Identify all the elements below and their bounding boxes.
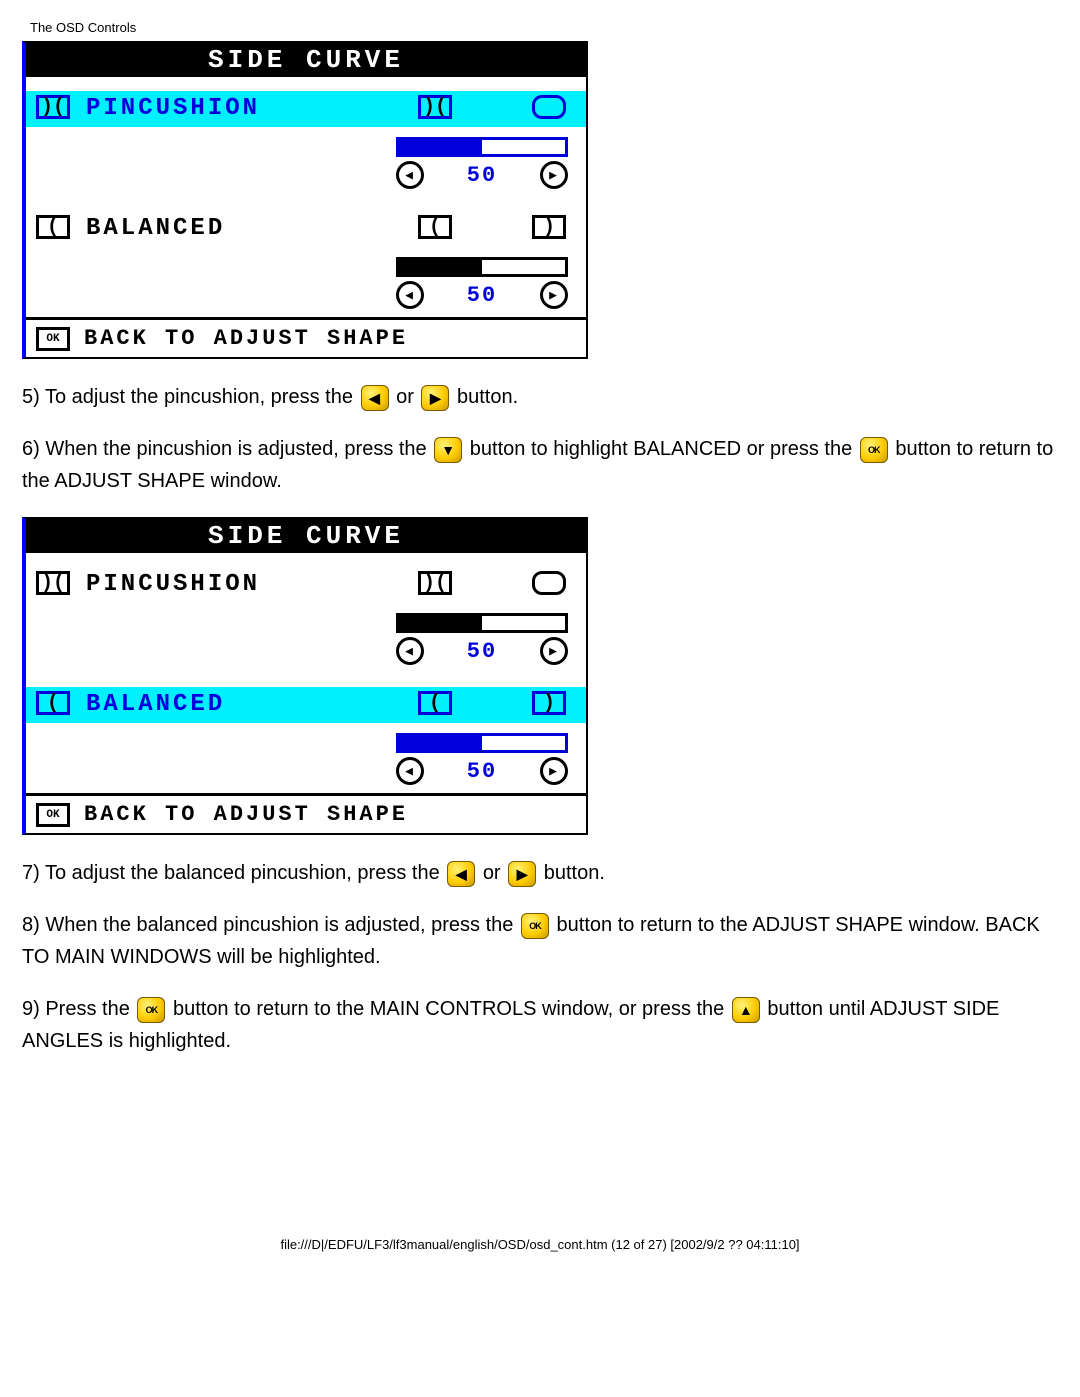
right-arrow-icon: ▶ — [540, 637, 568, 665]
osd-back-row: OK BACK TO ADJUST SHAPE — [26, 320, 586, 357]
step-6: 6) When the pincushion is adjusted, pres… — [22, 433, 1058, 497]
text: 7) To adjust the balanced pincushion, pr… — [22, 862, 445, 884]
slider-track — [396, 613, 568, 633]
pincushion-icon: )( — [36, 95, 70, 119]
slider-value: 50 — [467, 283, 497, 308]
page-header: The OSD Controls — [30, 20, 1058, 35]
osd-item-balanced: ( BALANCED ( ) — [26, 687, 586, 723]
balanced-left-icon: ( — [36, 691, 70, 715]
osd-item-pincushion: )( PINCUSHION )( — [26, 91, 586, 127]
osd-item-label: BALANCED — [86, 215, 418, 242]
ok-button-icon: OK — [860, 437, 888, 463]
down-button-icon: ▼ — [434, 437, 462, 463]
left-button-icon: ◀ — [361, 385, 389, 411]
osd-item-balanced: ( BALANCED ( ) — [26, 211, 586, 247]
ok-icon: OK — [36, 327, 70, 351]
right-arrow-icon: ▶ — [540, 281, 568, 309]
pincushion-in-icon: )( — [418, 95, 452, 119]
pincushion-icon: )( — [36, 571, 70, 595]
slider-row: ◀ 50 ▶ — [26, 127, 586, 197]
slider-row: ◀ 50 ▶ — [26, 723, 586, 793]
osd-panel-2: SIDE CURVE )( PINCUSHION )( ◀ 50 ▶ ( — [22, 517, 588, 835]
slider-value: 50 — [467, 639, 497, 664]
right-arrow-icon: ▶ — [540, 161, 568, 189]
osd-title: SIDE CURVE — [26, 519, 586, 553]
right-arrow-icon: ▶ — [540, 757, 568, 785]
text: button. — [457, 386, 518, 408]
left-button-icon: ◀ — [447, 861, 475, 887]
text: button to highlight BALANCED or press th… — [470, 438, 858, 460]
osd-item-label: BALANCED — [86, 691, 418, 718]
up-button-icon: ▲ — [732, 997, 760, 1023]
left-arrow-icon: ◀ — [396, 757, 424, 785]
text: 9) Press the — [22, 998, 135, 1020]
text: 8) When the balanced pincushion is adjus… — [22, 914, 519, 936]
slider-track — [396, 257, 568, 277]
page-footer: file:///D|/EDFU/LF3/lf3manual/english/OS… — [22, 1237, 1058, 1252]
slider-track — [396, 733, 568, 753]
balanced-left-icon: ( — [36, 215, 70, 239]
right-button-icon: ▶ — [508, 861, 536, 887]
text: 5) To adjust the pincushion, press the — [22, 386, 359, 408]
osd-panel-1: SIDE CURVE )( PINCUSHION )( ◀ 50 ▶ ( — [22, 41, 588, 359]
text: 6) When the pincushion is adjusted, pres… — [22, 438, 432, 460]
osd-back-row: OK BACK TO ADJUST SHAPE — [26, 796, 586, 833]
left-arrow-icon: ◀ — [396, 637, 424, 665]
balanced-r-icon: ) — [532, 691, 566, 715]
ok-icon: OK — [36, 803, 70, 827]
text: button to return to the MAIN CONTROLS wi… — [173, 998, 730, 1020]
osd-item-label: PINCUSHION — [86, 95, 418, 122]
step-7: 7) To adjust the balanced pincushion, pr… — [22, 857, 1058, 889]
text: or — [483, 862, 506, 884]
balanced-r-icon: ) — [532, 215, 566, 239]
left-arrow-icon: ◀ — [396, 161, 424, 189]
left-arrow-icon: ◀ — [396, 281, 424, 309]
balanced-l-icon: ( — [418, 691, 452, 715]
slider-value: 50 — [467, 163, 497, 188]
slider-row: ◀ 50 ▶ — [26, 247, 586, 317]
barrel-icon — [532, 571, 566, 595]
osd-title: SIDE CURVE — [26, 43, 586, 77]
back-label: BACK TO ADJUST SHAPE — [84, 802, 408, 827]
barrel-icon — [532, 95, 566, 119]
step-5: 5) To adjust the pincushion, press the ◀… — [22, 381, 1058, 413]
osd-item-pincushion: )( PINCUSHION )( — [26, 567, 586, 603]
text: or — [396, 386, 419, 408]
pincushion-in-icon: )( — [418, 571, 452, 595]
step-8: 8) When the balanced pincushion is adjus… — [22, 909, 1058, 973]
slider-row: ◀ 50 ▶ — [26, 603, 586, 673]
right-button-icon: ▶ — [421, 385, 449, 411]
text: button. — [544, 862, 605, 884]
osd-item-label: PINCUSHION — [86, 571, 418, 598]
ok-button-icon: OK — [521, 913, 549, 939]
back-label: BACK TO ADJUST SHAPE — [84, 326, 408, 351]
slider-track — [396, 137, 568, 157]
step-9: 9) Press the OK button to return to the … — [22, 993, 1058, 1057]
balanced-l-icon: ( — [418, 215, 452, 239]
ok-button-icon: OK — [137, 997, 165, 1023]
slider-value: 50 — [467, 759, 497, 784]
